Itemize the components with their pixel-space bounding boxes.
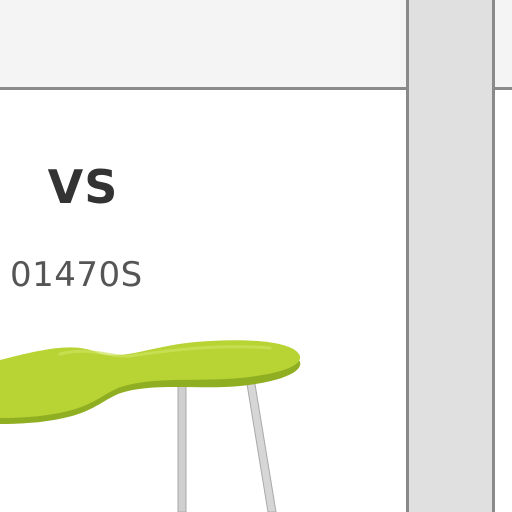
- product-code: 01470S: [10, 255, 143, 295]
- table-leg-front: [245, 377, 277, 512]
- product-listing-page: VS 01470S: [0, 0, 512, 512]
- kidney-table-icon[interactable]: [0, 330, 408, 512]
- previous-product-card-bottom[interactable]: [0, 0, 408, 90]
- table-leg-back: [177, 379, 187, 512]
- brand-label: VS: [47, 160, 119, 214]
- adjacent-product-card-bottom[interactable]: [494, 0, 512, 90]
- scroll-gutter[interactable]: [409, 0, 492, 512]
- adjacent-product-card[interactable]: [495, 90, 512, 512]
